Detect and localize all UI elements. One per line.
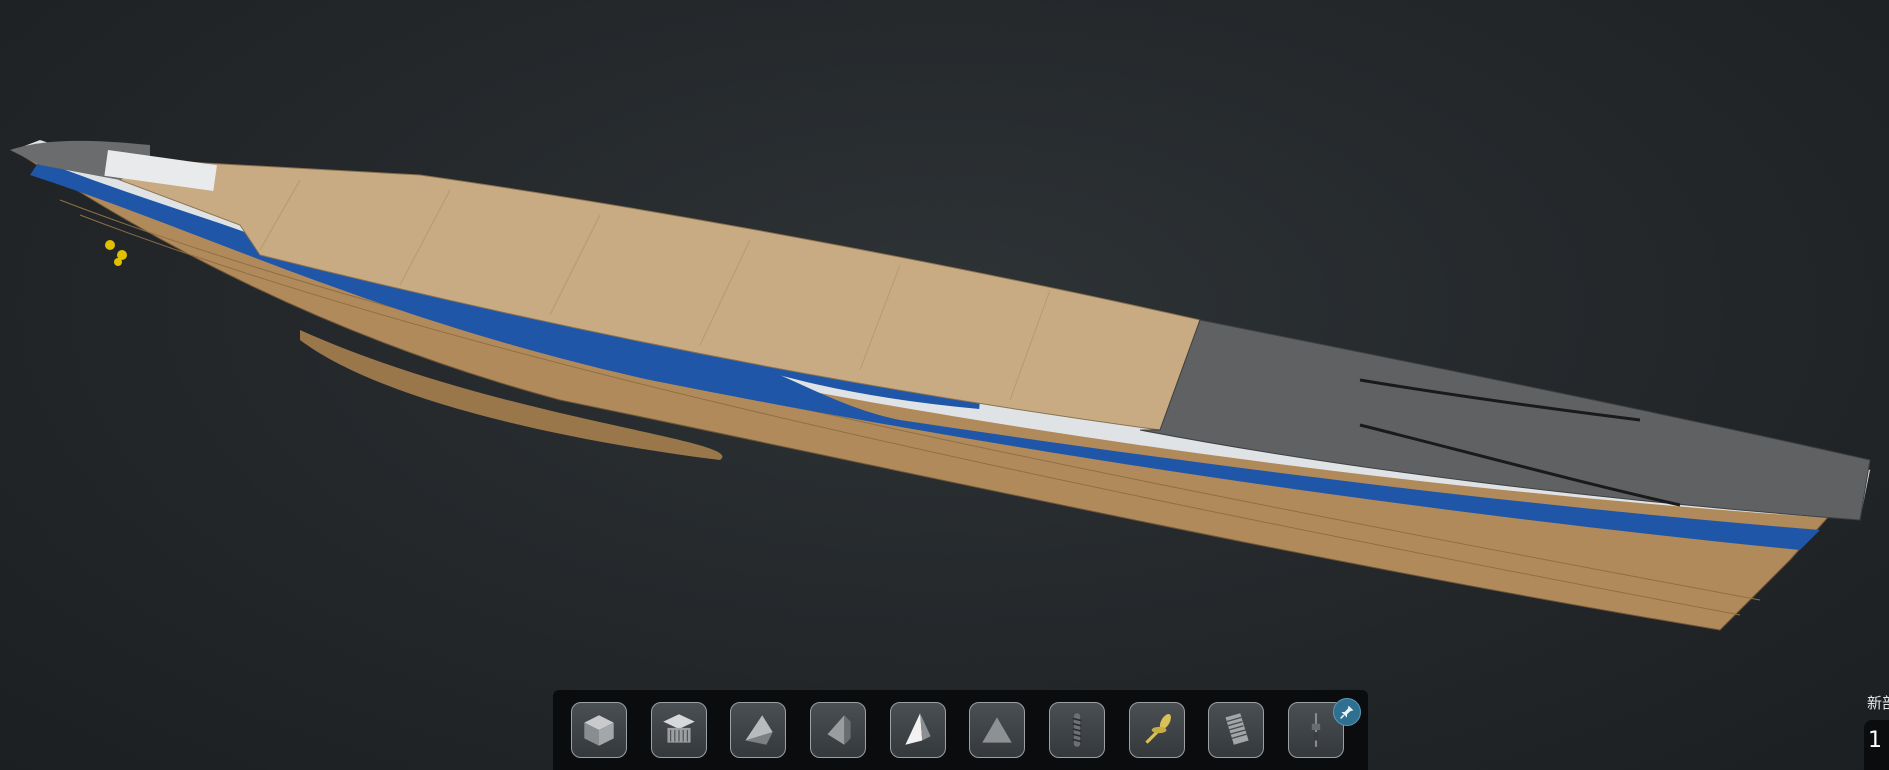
side-view-icon[interactable] bbox=[809, 702, 866, 758]
view-toolbar bbox=[553, 690, 1368, 770]
pyramid-view-icon[interactable] bbox=[889, 702, 946, 758]
spring-icon[interactable] bbox=[1048, 702, 1105, 758]
propeller-icon[interactable] bbox=[1128, 702, 1185, 758]
pin-icon[interactable] bbox=[1333, 698, 1361, 726]
corner-label: 新部 bbox=[1867, 694, 1889, 712]
3d-viewport[interactable] bbox=[0, 0, 1889, 770]
corner-value: 1 bbox=[1868, 728, 1882, 753]
building-view-icon[interactable] bbox=[650, 702, 707, 758]
wedge-view-icon[interactable] bbox=[730, 702, 787, 758]
cube-view-icon[interactable] bbox=[571, 702, 627, 758]
corner-panel: 新部 1 bbox=[1864, 690, 1889, 770]
corner-value-box[interactable]: 1 bbox=[1864, 720, 1889, 770]
triangle-view-icon[interactable] bbox=[969, 702, 1026, 758]
stairs-icon[interactable] bbox=[1208, 702, 1265, 758]
